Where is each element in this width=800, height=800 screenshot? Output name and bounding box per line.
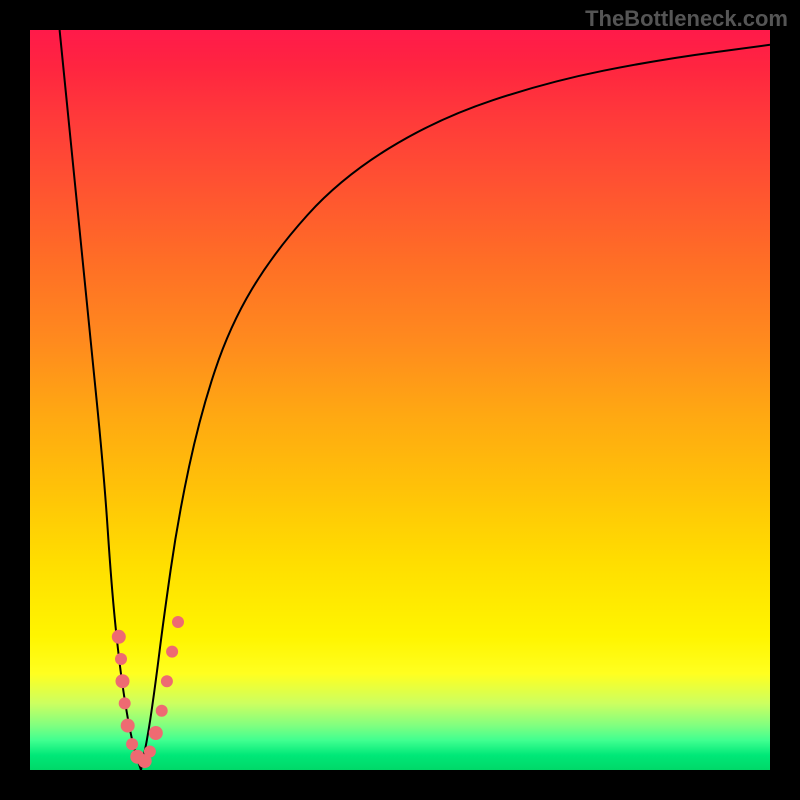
watermark-text: TheBottleneck.com — [585, 6, 788, 32]
data-marker — [161, 675, 173, 687]
data-marker — [166, 646, 178, 658]
data-marker — [116, 674, 130, 688]
data-marker — [172, 616, 184, 628]
data-marker — [156, 705, 168, 717]
data-marker — [121, 719, 135, 733]
data-marker — [144, 746, 156, 758]
left-curve — [60, 30, 141, 770]
chart-svg — [30, 30, 770, 770]
data-marker — [115, 653, 127, 665]
data-marker — [112, 630, 126, 644]
chart-plot-area — [30, 30, 770, 770]
data-marker — [119, 697, 131, 709]
right-curve — [141, 45, 770, 770]
data-marker — [126, 738, 138, 750]
data-marker — [149, 726, 163, 740]
